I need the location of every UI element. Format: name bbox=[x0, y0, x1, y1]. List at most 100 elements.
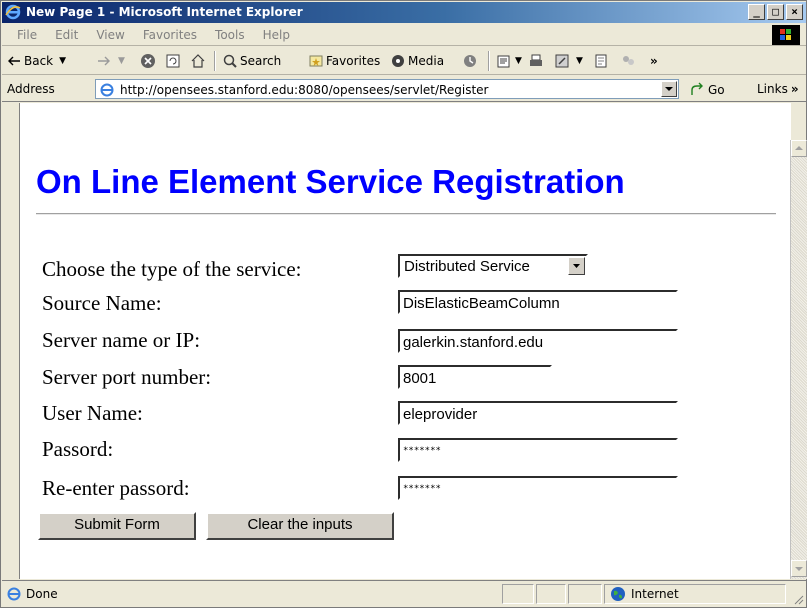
messenger-icon bbox=[620, 53, 636, 69]
scroll-down-button[interactable] bbox=[791, 560, 807, 577]
page-done-icon bbox=[6, 586, 22, 602]
globe-icon bbox=[610, 586, 626, 602]
password-label: Passord: bbox=[42, 437, 114, 461]
status-panel bbox=[568, 584, 602, 604]
forward-arrow-icon bbox=[96, 53, 112, 69]
print-button[interactable] bbox=[528, 52, 546, 70]
print-icon bbox=[528, 53, 544, 69]
stop-icon bbox=[140, 53, 156, 69]
port-value: 8001 bbox=[403, 370, 437, 387]
status-panel bbox=[536, 584, 566, 604]
back-button[interactable]: Back ▼ bbox=[6, 52, 66, 70]
service-type-select[interactable]: Distributed Service bbox=[398, 254, 588, 278]
mail-dropdown-icon[interactable]: ▼ bbox=[515, 56, 522, 66]
menu-view[interactable]: View bbox=[87, 28, 133, 42]
reenter-password-input[interactable]: ******* bbox=[398, 476, 678, 500]
clear-inputs-button[interactable]: Clear the inputs bbox=[206, 512, 394, 540]
search-icon bbox=[222, 53, 238, 69]
mail-button[interactable]: ▼ bbox=[496, 52, 522, 70]
close-button[interactable]: × bbox=[786, 4, 803, 20]
password-mask: ******* bbox=[403, 446, 441, 456]
messenger-button[interactable] bbox=[620, 52, 638, 70]
scroll-up-button[interactable] bbox=[791, 140, 807, 157]
browser-window: New Page 1 - Microsoft Internet Explorer… bbox=[0, 0, 807, 608]
source-name-value: DisElasticBeamColumn bbox=[403, 295, 560, 312]
favorites-button[interactable]: Favorites bbox=[308, 52, 380, 70]
address-input[interactable]: http://opensees.stanford.edu:8080/opense… bbox=[95, 79, 679, 99]
media-button[interactable]: Media bbox=[390, 52, 444, 70]
source-name-input[interactable]: DisElasticBeamColumn bbox=[398, 290, 678, 314]
go-button[interactable]: Go bbox=[689, 82, 725, 98]
home-button[interactable] bbox=[190, 52, 208, 70]
menu-edit[interactable]: Edit bbox=[46, 28, 87, 42]
windows-flag-icon bbox=[772, 25, 800, 45]
back-arrow-icon bbox=[6, 53, 22, 69]
stop-button[interactable] bbox=[140, 52, 158, 70]
status-panel bbox=[502, 584, 534, 604]
server-value: galerkin.stanford.edu bbox=[403, 334, 544, 351]
password-input[interactable]: ******* bbox=[398, 438, 678, 462]
server-label: Server name or IP: bbox=[42, 328, 201, 352]
page-icon bbox=[99, 82, 115, 98]
toolbar-overflow[interactable]: » bbox=[650, 52, 658, 70]
refresh-button[interactable] bbox=[165, 52, 183, 70]
toolbar-separator bbox=[488, 51, 490, 71]
menu-help[interactable]: Help bbox=[254, 28, 299, 42]
service-type-dropdown-button[interactable] bbox=[568, 257, 585, 275]
menu-favorites[interactable]: Favorites bbox=[134, 28, 206, 42]
window-title: New Page 1 - Microsoft Internet Explorer bbox=[26, 5, 303, 19]
forward-dropdown-icon[interactable]: ▼ bbox=[118, 56, 125, 66]
toolbar: Back ▼ ▼ Search Favorites Media ▼ ▼ » bbox=[2, 47, 806, 75]
links-overflow: » bbox=[790, 82, 799, 96]
username-label: User Name: bbox=[42, 401, 143, 425]
status-bar: Done Internet bbox=[2, 580, 806, 607]
menu: File Edit View Favorites Tools Help bbox=[8, 28, 299, 42]
page-heading: On Line Element Service Registration bbox=[36, 163, 625, 200]
menu-file[interactable]: File bbox=[8, 28, 46, 42]
port-label: Server port number: bbox=[42, 365, 212, 389]
window-controls: _ □ × bbox=[748, 4, 803, 20]
menu-bar: File Edit View Favorites Tools Help bbox=[2, 24, 806, 46]
media-icon bbox=[390, 53, 406, 69]
heading-divider bbox=[36, 213, 776, 215]
ie-logo-icon bbox=[5, 4, 21, 20]
address-bar: Address http://opensees.stanford.edu:808… bbox=[2, 76, 806, 102]
go-arrow-icon bbox=[689, 82, 705, 98]
search-button[interactable]: Search bbox=[222, 52, 281, 70]
port-input[interactable]: 8001 bbox=[398, 365, 552, 389]
history-button[interactable] bbox=[462, 52, 480, 70]
reenter-password-mask: ******* bbox=[403, 484, 441, 494]
security-zone[interactable]: Internet bbox=[610, 586, 679, 602]
refresh-icon bbox=[165, 53, 181, 69]
page-content: On Line Element Service Registration Cho… bbox=[19, 103, 791, 579]
back-label: Back bbox=[24, 54, 54, 68]
mail-icon bbox=[496, 53, 512, 69]
discuss-icon bbox=[593, 53, 609, 69]
title-bar[interactable]: New Page 1 - Microsoft Internet Explorer… bbox=[2, 2, 806, 23]
chevron-down-icon bbox=[573, 264, 580, 268]
favorites-label: Favorites bbox=[326, 54, 381, 68]
favorites-icon bbox=[308, 53, 324, 69]
search-label: Search bbox=[240, 54, 282, 68]
vertical-scrollbar[interactable] bbox=[790, 140, 807, 579]
address-dropdown-button[interactable] bbox=[661, 81, 677, 97]
edit-dropdown-icon[interactable]: ▼ bbox=[576, 56, 583, 66]
toolbar-separator bbox=[214, 51, 216, 71]
links-button[interactable]: Links» bbox=[757, 82, 799, 96]
username-input[interactable]: eleprovider bbox=[398, 401, 678, 425]
minimize-button[interactable]: _ bbox=[748, 4, 765, 20]
username-value: eleprovider bbox=[403, 406, 478, 423]
edit-icon bbox=[554, 53, 570, 69]
discuss-button[interactable] bbox=[593, 52, 611, 70]
submit-form-button[interactable]: Submit Form bbox=[38, 512, 196, 540]
back-dropdown-icon[interactable]: ▼ bbox=[59, 56, 66, 66]
media-label: Media bbox=[408, 54, 445, 68]
edit-page-button[interactable]: ▼ bbox=[554, 52, 583, 70]
menu-tools[interactable]: Tools bbox=[206, 28, 254, 42]
forward-button[interactable]: ▼ bbox=[96, 52, 125, 70]
maximize-button[interactable]: □ bbox=[767, 4, 784, 20]
address-url: http://opensees.stanford.edu:8080/opense… bbox=[120, 83, 489, 97]
zone-label: Internet bbox=[631, 587, 679, 601]
server-input[interactable]: galerkin.stanford.edu bbox=[398, 329, 678, 353]
resize-grip-icon[interactable] bbox=[792, 593, 804, 605]
